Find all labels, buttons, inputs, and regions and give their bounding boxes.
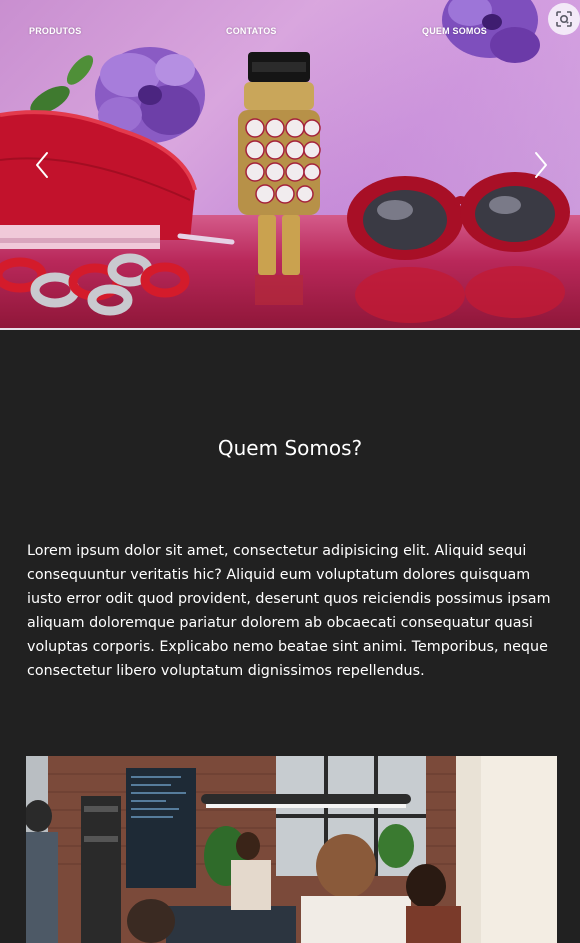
hero-slide-image — [0, 0, 570, 323]
about-paragraph: Lorem ipsum dolor sit amet, consectetur … — [27, 543, 551, 679]
main-nav: PRODUTOS CONTATOS QUEM SOMOS — [0, 26, 580, 44]
chevron-right-icon — [535, 152, 547, 178]
hero-divider — [0, 328, 580, 330]
nav-link-produtos[interactable]: PRODUTOS — [29, 26, 81, 36]
nav-link-contatos[interactable]: CONTATOS — [226, 26, 277, 36]
pen — [177, 233, 235, 245]
book — [0, 225, 160, 249]
chevron-left-icon — [36, 152, 48, 178]
nav-link-quem-somos[interactable]: QUEM SOMOS — [422, 26, 487, 36]
office-team-photo — [26, 756, 557, 943]
hero-carousel: PRODUTOS CONTATOS QUEM SOMOS — [0, 0, 580, 330]
google-lens-button[interactable] — [548, 3, 580, 35]
about-title: Quem Somos? — [217, 436, 363, 460]
google-lens-icon — [556, 11, 572, 27]
chain-necklace — [0, 253, 190, 316]
carousel-prev-button[interactable] — [30, 148, 54, 182]
perfume-bottle — [238, 52, 321, 305]
carousel-next-button[interactable] — [529, 148, 553, 182]
red-sunglasses — [347, 172, 570, 323]
